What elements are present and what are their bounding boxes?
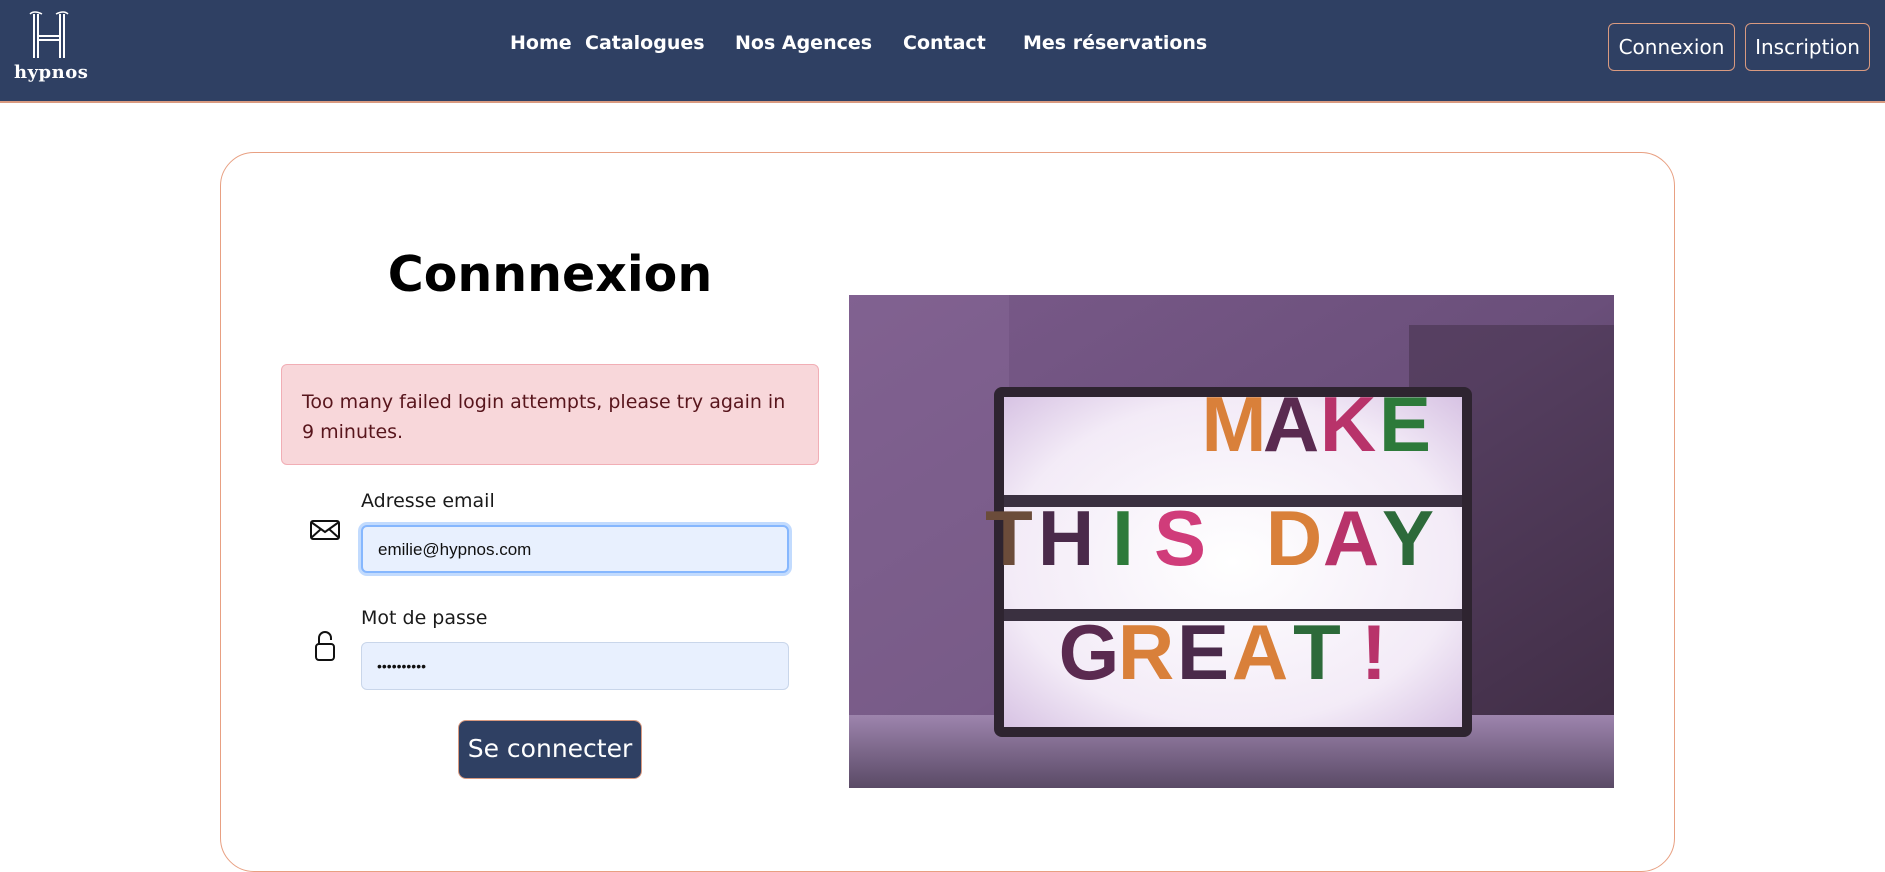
signup-nav-button[interactable]: Inscription <box>1745 23 1870 71</box>
nav-catalogues[interactable]: Catalogues <box>585 32 705 54</box>
lightbox-letter: E <box>1177 608 1229 696</box>
nav-reservations[interactable]: Mes réservations <box>1023 32 1207 54</box>
lightbox-letter: Y <box>1382 494 1434 582</box>
login-nav-button[interactable]: Connexion <box>1608 23 1735 71</box>
lightbox-letter: A <box>1232 608 1288 696</box>
brand-logo[interactable]: hypnos <box>14 10 89 86</box>
password-label: Mot de passe <box>361 607 488 629</box>
lightbox-photo: M A K E T H I S D A Y G R E A T! <box>849 295 1614 788</box>
submit-button[interactable]: Se connecter <box>458 720 642 779</box>
error-alert: Too many failed login attempts, please t… <box>281 364 819 465</box>
nav-home[interactable]: Home <box>510 32 572 54</box>
lightbox-letter: S <box>1154 494 1206 582</box>
hypnos-logo-icon <box>29 11 69 58</box>
lightbox-letter: D <box>1266 494 1322 582</box>
lightbox-letter: ! <box>1361 608 1387 696</box>
lock-icon <box>308 629 342 663</box>
navbar: hypnos Home Catalogues Nos Agences Conta… <box>0 0 1885 103</box>
lightbox-letter: A <box>1263 380 1319 468</box>
lightbox-letter: K <box>1320 380 1376 468</box>
lightbox-letter: G <box>1059 608 1120 696</box>
email-label: Adresse email <box>361 490 495 512</box>
lightbox-letter: T <box>1293 608 1341 696</box>
email-field[interactable]: emilie@hypnos.com <box>361 525 789 573</box>
lightbox-letter: H <box>1038 494 1094 582</box>
envelope-icon <box>308 512 342 546</box>
password-field[interactable]: •••••••••• <box>361 642 789 690</box>
page-title: Connnexion <box>387 246 713 303</box>
lightbox-letter: M <box>1202 380 1267 468</box>
brand-name: hypnos <box>14 62 89 83</box>
lightbox-letter: E <box>1379 380 1431 468</box>
lightbox-letter: R <box>1118 608 1174 696</box>
lightbox-letter: T <box>985 494 1033 582</box>
lightbox-letter: I <box>1112 494 1134 582</box>
nav-contact[interactable]: Contact <box>903 32 986 54</box>
nav-agences[interactable]: Nos Agences <box>735 32 872 54</box>
lightbox-letter: A <box>1323 494 1379 582</box>
